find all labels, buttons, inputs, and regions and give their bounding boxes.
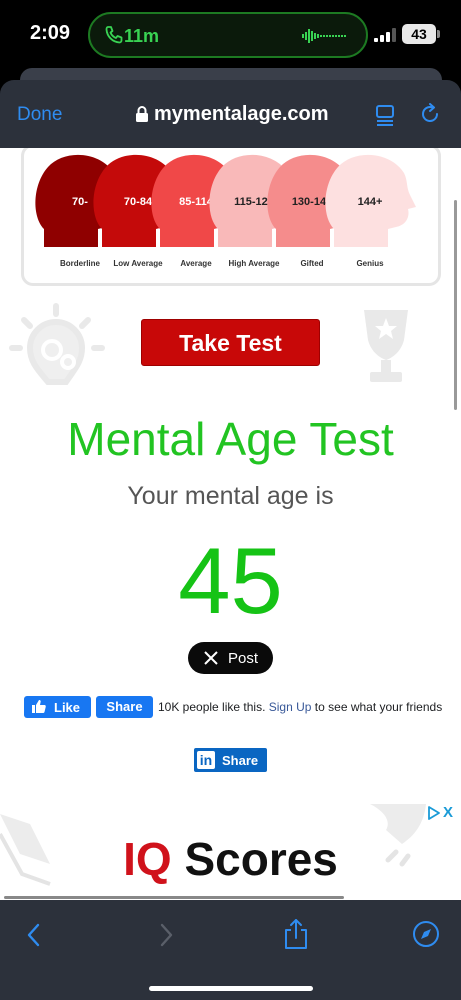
adchoices-icon[interactable] <box>427 806 441 820</box>
dynamic-island-call[interactable]: 11m <box>88 12 368 58</box>
ad-title[interactable]: IQ Scores <box>0 832 461 886</box>
status-bar: 2:09 11m 43 <box>0 0 461 74</box>
facebook-rest-text: to see what your friends <box>314 700 443 714</box>
take-test-button[interactable]: Take Test <box>141 319 320 366</box>
phone-icon <box>105 26 123 44</box>
signal-icon <box>374 28 396 42</box>
share-icon[interactable] <box>283 918 309 950</box>
browser-header: Done mymentalage.com <box>0 80 461 148</box>
waveform-icon <box>302 29 346 43</box>
done-button[interactable]: Done <box>17 104 62 126</box>
reader-icon[interactable] <box>375 104 395 126</box>
ad-title-rest: Scores <box>184 833 338 885</box>
lock-icon <box>136 106 148 122</box>
call-duration: 11m <box>124 26 160 46</box>
x-post-button[interactable]: Post <box>188 642 273 674</box>
facebook-like-label: Like <box>54 700 81 715</box>
page-title: Mental Age Test <box>67 413 394 465</box>
thumbs-up-icon <box>32 700 46 713</box>
linkedin-share-button[interactable]: in Share <box>194 748 267 772</box>
iq-scale-chart: 70- 70-84 85-114 115-129 130-144 144+ Borderl… <box>21 148 441 286</box>
clock: 2:09 <box>30 22 71 44</box>
iq-range-label: 70- <box>72 196 88 208</box>
iq-range-label: 70-84 <box>124 196 153 208</box>
iq-range-label: 85-114 <box>179 196 214 208</box>
iq-category-label: Genius <box>356 259 384 268</box>
facebook-like-button[interactable]: Like <box>24 696 91 718</box>
horizontal-scrollbar[interactable] <box>4 896 344 899</box>
back-icon[interactable] <box>25 922 41 948</box>
linkedin-icon: in <box>197 751 215 769</box>
battery-icon: 43 <box>402 24 436 44</box>
vertical-scrollbar[interactable] <box>454 200 457 410</box>
iq-heads: 70- 70-84 85-114 115-129 130-144 144+ <box>35 154 416 247</box>
compass-icon[interactable] <box>412 920 440 948</box>
result-subtitle: Your mental age is <box>127 482 334 510</box>
x-logo-icon <box>204 651 218 665</box>
battery-nub <box>437 30 440 38</box>
facebook-signup-link[interactable]: Sign Up <box>269 700 312 714</box>
forward-icon[interactable] <box>159 922 175 948</box>
web-page: 70- 70-84 85-114 115-129 130-144 144+ Borderl… <box>0 148 461 900</box>
ad-banner[interactable]: X IQ Scores <box>0 800 461 900</box>
ad-close-button[interactable]: X <box>443 804 453 821</box>
facebook-count: 10K people like this. <box>158 700 266 714</box>
linkedin-share-label: Share <box>222 753 259 768</box>
ad-title-prefix: IQ <box>123 833 172 885</box>
url-field[interactable]: mymentalage.com <box>154 103 329 126</box>
iq-range-label: 144+ <box>358 196 383 208</box>
trophy-icon <box>364 310 408 382</box>
mental-age-value: 45 <box>178 528 283 633</box>
facebook-share-button[interactable]: Share <box>96 696 153 718</box>
lightbulb-icon <box>9 303 105 385</box>
home-indicator[interactable] <box>149 986 313 991</box>
x-post-label: Post <box>228 650 259 667</box>
browser-toolbar <box>0 900 461 1000</box>
reload-icon[interactable] <box>419 103 441 125</box>
facebook-like-text: 10K people like this. Sign Up to see wha… <box>158 700 442 714</box>
